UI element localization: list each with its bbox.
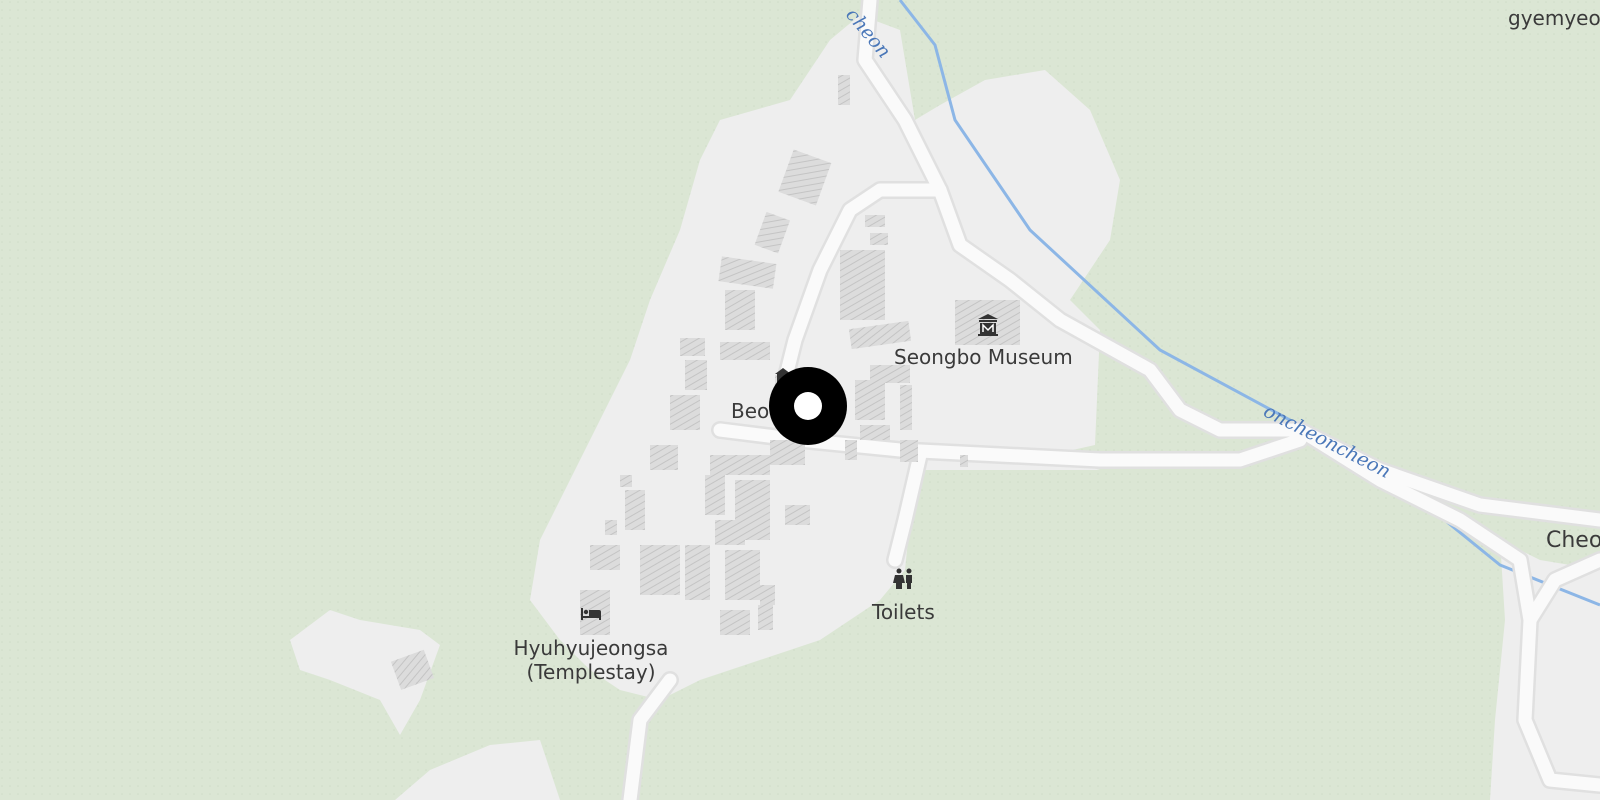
- location-marker[interactable]: [769, 367, 847, 445]
- map-view[interactable]: gyemyeo Seongbo Museum Beo Toilets Hyuhy…: [0, 0, 1600, 800]
- temple-label[interactable]: Beo: [731, 399, 769, 423]
- museum-label[interactable]: Seongbo Museum: [894, 345, 1073, 369]
- map-canvas[interactable]: [0, 0, 1600, 800]
- templestay-label[interactable]: Hyuhyujeongsa (Templestay): [506, 636, 676, 684]
- place-label-top-right: gyemyeo: [1508, 6, 1600, 30]
- toilets-label[interactable]: Toilets: [872, 600, 935, 624]
- place-label-right-edge: Cheo: [1546, 528, 1600, 553]
- templestay-label-line2: (Templestay): [526, 660, 656, 684]
- templestay-label-line1: Hyuhyujeongsa: [513, 636, 669, 660]
